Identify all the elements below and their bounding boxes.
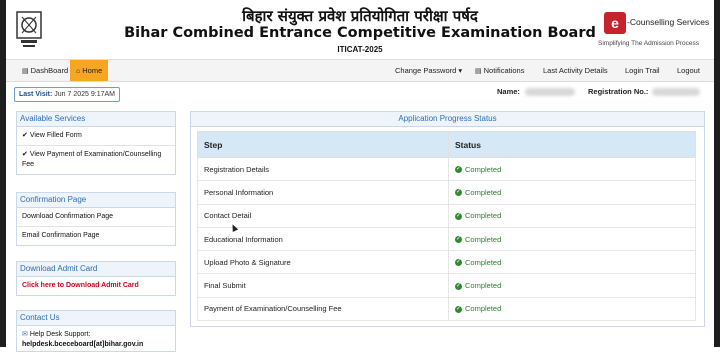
nav-logout[interactable]: Logout — [671, 60, 706, 81]
nav-home[interactable]: ⌂ Home — [70, 60, 109, 81]
status-cell: ✓ Completed — [448, 203, 696, 228]
nav-dashboard-label: DashBoard — [30, 66, 69, 75]
table-row: Contact Detail ✓ Completed — [197, 203, 696, 228]
nav-notifications[interactable]: ▤ Notifications — [469, 60, 530, 81]
column-header-step: Step — [197, 131, 449, 158]
check-circle-icon: ✔ — [22, 132, 28, 139]
name-label: Name: — [497, 87, 520, 96]
progress-table: Step Status Registration Details ✓ Complet… — [197, 131, 696, 322]
nav-dashboard[interactable]: ▤ DashBoard — [16, 60, 74, 81]
table-row: Personal Information ✓ Completed — [197, 180, 696, 205]
check-circle-icon: ✓ — [455, 189, 462, 197]
email-confirmation-link[interactable]: Email Confirmation Page — [17, 227, 175, 245]
nav-logout-label: Logout — [677, 66, 700, 75]
last-visit-value: Jun 7 2025 9:17AM — [54, 91, 115, 98]
nav-change-password[interactable]: Change Password ▾ — [389, 60, 468, 81]
helpdesk-label: Help Desk Support: — [29, 331, 91, 338]
check-circle-icon: ✓ — [455, 259, 462, 267]
available-services-panel: Available Services ✔ View Filled Form ✔ … — [16, 111, 176, 175]
step-cell: Final Submit — [197, 273, 449, 298]
admit-card-heading: Download Admit Card — [17, 262, 175, 277]
status-label: Completed — [465, 281, 502, 291]
table-row: Upload Photo & Signature ✓ Completed — [197, 250, 696, 275]
status-cell: ✓ Completed — [448, 250, 696, 275]
check-circle-icon: ✓ — [455, 212, 462, 220]
table-header-row: Step Status — [197, 131, 696, 158]
registration-label: Registration No.: — [588, 87, 649, 96]
view-payment-label: View Payment of Examination/Counselling … — [22, 151, 162, 168]
car-icon: ▤ — [22, 68, 29, 75]
nav-notifications-label: Notifications — [483, 66, 525, 75]
status-cell: ✓ Completed — [448, 180, 696, 205]
envelope-icon: ✉ — [22, 331, 28, 338]
status-label: Completed — [465, 187, 502, 197]
status-label: Completed — [465, 234, 502, 244]
status-label: Completed — [465, 164, 502, 174]
home-icon: ⌂ — [76, 68, 81, 75]
download-confirmation-link[interactable]: Download Confirmation Page — [17, 208, 175, 227]
table-row: Educational Information ✓ Completed — [197, 226, 696, 252]
confirmation-panel: Confirmation Page Download Confirmation … — [16, 192, 176, 246]
step-cell: Educational Information — [197, 226, 449, 252]
helpdesk-info: ✉ Help Desk Support: helpdesk.bceceboard[… — [17, 326, 175, 354]
last-visit-label: Last Visit: — [19, 91, 53, 98]
view-payment-link[interactable]: ✔ View Payment of Examination/Counsellin… — [17, 146, 175, 174]
step-cell: Personal Information — [197, 180, 449, 205]
nav-home-label: Home — [82, 66, 103, 75]
column-header-status: Status — [448, 131, 696, 158]
status-cell: ✓ Completed — [448, 156, 696, 182]
step-cell: Payment of Examination/Counselling Fee — [197, 296, 449, 322]
status-label: Completed — [465, 257, 502, 267]
view-filled-form-link[interactable]: ✔ View Filled Form — [17, 127, 175, 146]
screen-edge-right — [714, 0, 720, 347]
application-progress-panel: Application Progress Status Step Status … — [190, 111, 705, 327]
check-circle-icon: ✓ — [455, 305, 462, 313]
check-circle-icon: ✔ — [22, 151, 28, 158]
admit-card-panel: Download Admit Card Click here to Downlo… — [16, 261, 176, 296]
step-cell: Upload Photo & Signature — [197, 250, 449, 275]
brand-tagline: Simplifying The Admission Process — [598, 40, 700, 47]
ecounselling-logo-icon: e — [604, 12, 626, 34]
browser-frame: बिहार संयुक्त प्रवेश प्रतियोगिता परीक्षा… — [0, 0, 720, 352]
confirmation-heading: Confirmation Page — [17, 193, 175, 208]
check-circle-icon: ✓ — [455, 166, 462, 174]
registration-value-redacted — [652, 88, 700, 96]
status-label: Completed — [465, 304, 502, 314]
step-cell: Registration Details — [197, 156, 449, 182]
notification-icon: ▤ — [475, 68, 482, 75]
contact-heading: Contact Us — [17, 311, 175, 326]
download-admit-card-link[interactable]: Click here to Download Admit Card — [17, 277, 175, 295]
nav-last-activity[interactable]: Last Activity Details — [537, 60, 614, 81]
top-nav: ▤ DashBoard ⌂ Home Change Password ▾ ▤ Noti… — [6, 59, 714, 82]
ecounselling-brand: e -Counselling Services Simplifying The … — [598, 12, 713, 50]
check-circle-icon: ✓ — [455, 282, 462, 290]
available-services-heading: Available Services — [17, 112, 175, 127]
nav-login-trail[interactable]: Login Trail — [619, 60, 666, 81]
table-row: Registration Details ✓ Completed — [197, 156, 696, 182]
last-visit-badge: Last Visit: Jun 7 2025 9:17AM — [14, 87, 120, 102]
table-row: Payment of Examination/Counselling Fee ✓ C… — [197, 296, 696, 322]
status-cell: ✓ Completed — [448, 296, 696, 322]
status-label: Completed — [465, 211, 502, 221]
site-header: बिहार संयुक्त प्रवेश प्रतियोगिता परीक्षा… — [6, 0, 714, 58]
nav-login-trail-label: Login Trail — [625, 66, 660, 75]
status-cell: ✓ Completed — [448, 226, 696, 252]
brand-name: -Counselling Services — [627, 17, 710, 27]
table-row: Final Submit ✓ Completed — [197, 273, 696, 298]
name-value-redacted — [525, 88, 575, 96]
status-cell: ✓ Completed — [448, 273, 696, 298]
nav-last-activity-label: Last Activity Details — [543, 66, 608, 75]
check-circle-icon: ✓ — [455, 236, 462, 244]
progress-heading: Application Progress Status — [191, 112, 704, 127]
view-filled-form-label: View Filled Form — [29, 132, 82, 139]
nav-change-password-label: Change Password — [395, 66, 457, 75]
contact-panel: Contact Us ✉ Help Desk Support: helpdesk.… — [16, 310, 176, 352]
caret-down-icon: ▾ — [458, 66, 463, 75]
